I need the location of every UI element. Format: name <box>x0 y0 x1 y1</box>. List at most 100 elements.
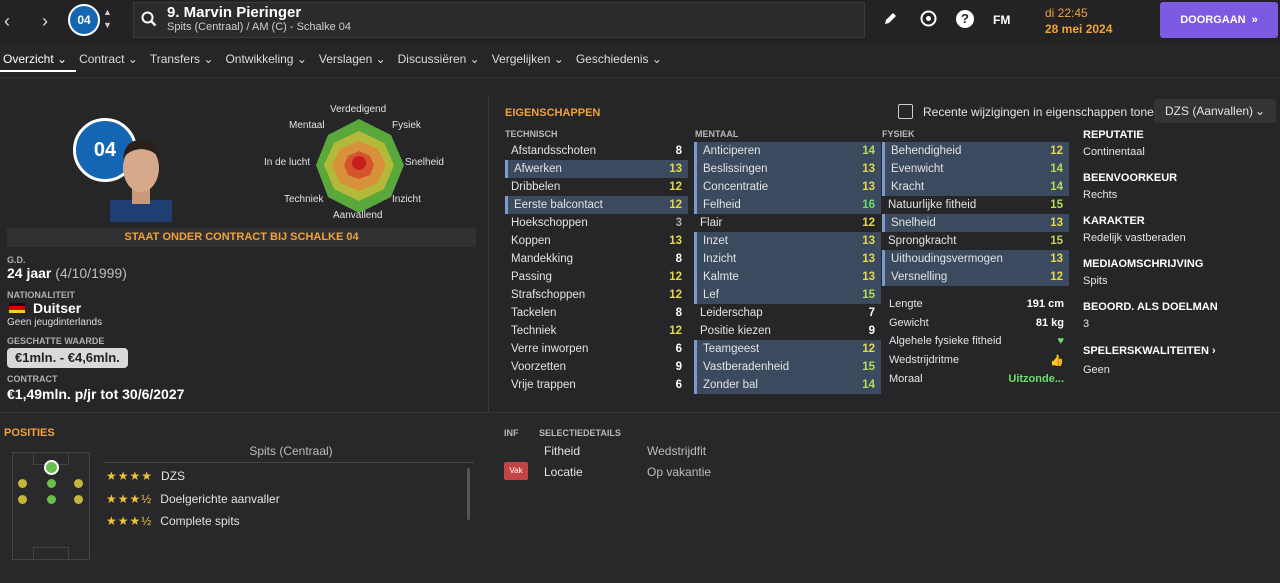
position-dot-amr <box>74 479 83 488</box>
position-dot-mc <box>47 495 56 504</box>
tab-transfers[interactable]: Transfers ⌄ <box>147 50 223 72</box>
tab-contract[interactable]: Contract ⌄ <box>76 50 147 72</box>
attribute-row[interactable]: Eerste balcontact 12 <box>505 196 688 214</box>
attribute-row[interactable]: Inzicht 13 <box>694 250 881 268</box>
attribute-name: Tackelen <box>511 307 557 319</box>
attribute-value: 12 <box>1050 145 1063 157</box>
foot-value: Rechts <box>1083 189 1118 201</box>
attribute-row[interactable]: Concentratie 13 <box>694 178 881 196</box>
attribute-row[interactable]: Teamgeest 12 <box>694 340 881 358</box>
youth-caps: Geen jeugdinterlands <box>7 317 103 328</box>
attribute-row[interactable]: Tackelen 8 <box>505 304 688 322</box>
attribute-name: Kracht <box>891 181 925 193</box>
attribute-name: Techniek <box>511 325 557 337</box>
attribute-name: Mandekking <box>511 253 574 265</box>
recent-changes-checkbox[interactable] <box>898 104 913 119</box>
tab-bar: Overzicht ⌄ Contract ⌄ Transfers ⌄ Ontwi… <box>0 50 671 74</box>
attribute-row[interactable]: Inzet 13 <box>694 232 881 250</box>
help-icon[interactable]: ? <box>956 10 974 28</box>
attribute-row[interactable]: Positie kiezen 9 <box>694 322 881 340</box>
attribute-row[interactable]: Sprongkracht 15 <box>882 232 1069 250</box>
goalkeeper-rating-value: 3 <box>1083 318 1090 330</box>
attribute-row[interactable]: Behendigheid 12 <box>882 142 1069 160</box>
continue-button[interactable]: DOORGAAN » <box>1160 2 1278 38</box>
attribute-row[interactable]: Snelheid 13 <box>882 214 1069 232</box>
attribute-row[interactable]: Koppen 13 <box>505 232 688 250</box>
edit-icon[interactable] <box>883 12 897 26</box>
fm-menu-button[interactable]: FM <box>993 13 1010 27</box>
attribute-name: Lef <box>703 289 719 301</box>
tab-overzicht[interactable]: Overzicht ⌄ <box>0 50 77 72</box>
attribute-row[interactable]: Beslissingen 13 <box>694 160 881 178</box>
attribute-row[interactable]: Dribbelen 12 <box>505 178 688 196</box>
attribute-row[interactable]: Natuurlijke fitheid 15 <box>882 196 1069 214</box>
attribute-row[interactable]: Uithoudingsvermogen 13 <box>882 250 1069 268</box>
attribute-value: 13 <box>1050 253 1063 265</box>
tab-discussieren[interactable]: Discussiëren ⌄ <box>395 50 489 72</box>
attribute-value: 8 <box>675 253 682 265</box>
back-icon[interactable]: ‹ <box>0 0 14 42</box>
attribute-row[interactable]: Techniek 12 <box>505 322 688 340</box>
attribute-row[interactable]: Zonder bal 14 <box>694 376 881 394</box>
attribute-row[interactable]: Voorzetten 9 <box>505 358 688 376</box>
player-switch-arrows[interactable]: ▲ ▼ <box>103 6 112 32</box>
goalkeeper-rating-label: BEOORD. ALS DOELMAN <box>1083 301 1218 313</box>
role-row[interactable]: ★★★★ DZS <box>106 469 185 483</box>
media-label: MEDIAOMSCHRIJVING <box>1083 258 1204 270</box>
germany-flag-icon <box>9 303 25 313</box>
tab-geschiedenis[interactable]: Geschiedenis ⌄ <box>573 50 671 72</box>
attribute-value: 12 <box>669 271 682 283</box>
attribute-value: 13 <box>1050 217 1063 229</box>
attribute-name: Concentratie <box>703 181 769 193</box>
attribute-row[interactable]: Vrije trappen 6 <box>505 376 688 394</box>
attribute-row[interactable]: Afwerken 13 <box>505 160 688 178</box>
tab-vergelijken[interactable]: Vergelijken ⌄ <box>489 50 573 72</box>
attribute-row[interactable]: Hoekschoppen 3 <box>505 214 688 232</box>
attribute-row[interactable]: Passing 12 <box>505 268 688 286</box>
attribute-name: Afstandsschoten <box>511 145 597 157</box>
role-stars: ★★★★ <box>106 469 154 483</box>
role-row[interactable]: ★★★½ Complete spits <box>106 514 240 528</box>
continue-label: DOORGAAN <box>1180 14 1246 26</box>
attribute-row[interactable]: Kalmte 13 <box>694 268 881 286</box>
player-traits-link[interactable]: SPELERSKWALITEITEN › <box>1083 345 1216 357</box>
attribute-name: Snelheid <box>891 217 936 229</box>
attribute-row[interactable]: Anticiperen 14 <box>694 142 881 160</box>
position-dot-mr <box>74 495 83 504</box>
attribute-row[interactable]: Lef 15 <box>694 286 881 304</box>
attribute-value: 13 <box>862 271 875 283</box>
attribute-row[interactable]: Versnelling 12 <box>882 268 1069 286</box>
attribute-value: 12 <box>862 343 875 355</box>
attribute-row[interactable]: Evenwicht 14 <box>882 160 1069 178</box>
nationality-label: NATIONALITEIT <box>7 290 75 300</box>
club-crest-icon[interactable]: 04 <box>68 4 100 36</box>
attribute-row[interactable]: Kracht 14 <box>882 178 1069 196</box>
attribute-row[interactable]: Vastberadenheid 15 <box>694 358 881 376</box>
physical-header: FYSIEK <box>882 129 915 139</box>
attribute-value: 6 <box>675 379 682 391</box>
attribute-row[interactable]: Mandekking 8 <box>505 250 688 268</box>
role-dropdown[interactable]: DZS (Aanvallen) ⌄ <box>1154 99 1276 123</box>
divider <box>0 77 1280 78</box>
attribute-name: Evenwicht <box>891 163 944 175</box>
attribute-row[interactable]: Felheid 16 <box>694 196 881 214</box>
tab-verslagen[interactable]: Verslagen ⌄ <box>316 50 395 72</box>
stat-value: ♥ <box>1057 335 1064 348</box>
attribute-row[interactable]: Verre inworpen 6 <box>505 340 688 358</box>
attribute-row[interactable]: Strafschoppen 12 <box>505 286 688 304</box>
forward-icon[interactable]: › <box>38 0 52 42</box>
stat-label: Gewicht <box>889 316 929 329</box>
search-icon <box>141 11 157 27</box>
role-row[interactable]: ★★★½ Doelgerichte aanvaller <box>106 492 280 506</box>
contract-status-banner: STAAT ONDER CONTRACT BIJ SCHALKE 04 <box>7 228 476 247</box>
tab-ontwikkeling[interactable]: Ontwikkeling ⌄ <box>222 50 315 72</box>
attribute-value: 13 <box>862 235 875 247</box>
attribute-row[interactable]: Leiderschap 7 <box>694 304 881 322</box>
match-icon[interactable] <box>920 10 937 27</box>
estimated-value[interactable]: €1mln. - €4,6mln. <box>7 348 128 368</box>
position-pitch <box>12 452 90 560</box>
attribute-row[interactable]: Afstandsschoten 8 <box>505 142 688 160</box>
attribute-row[interactable]: Flair 12 <box>694 214 881 232</box>
attribute-name: Leiderschap <box>700 307 763 319</box>
roles-scrollbar[interactable] <box>467 468 470 520</box>
